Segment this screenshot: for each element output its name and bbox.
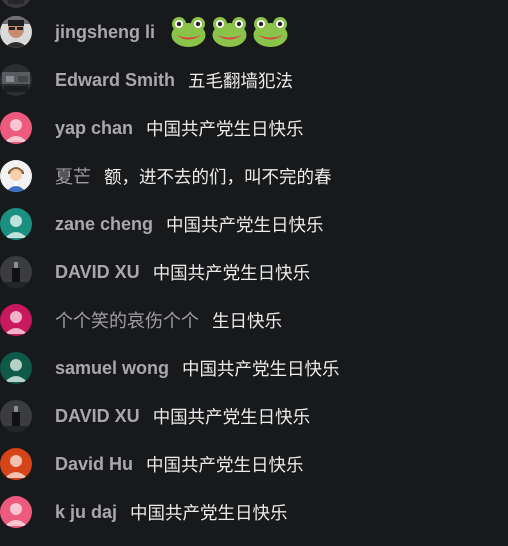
avatar[interactable] <box>0 160 32 192</box>
author-name[interactable]: k ju daj <box>55 502 117 523</box>
message-text: 生日快乐 <box>212 311 282 332</box>
chat-message: zane cheng 中国共产党生日快乐 <box>0 200 508 248</box>
avatar[interactable] <box>0 64 32 96</box>
avatar[interactable] <box>0 256 32 288</box>
chat-message: 个个笑的哀伤个个 生日快乐 <box>0 296 508 344</box>
author-name[interactable]: zane cheng <box>55 214 153 235</box>
chat-message: jingsheng li <box>0 8 508 56</box>
chat-message: 夏芒 额，进不去的们，叫不完的春 <box>0 152 508 200</box>
avatar[interactable] <box>0 0 32 8</box>
avatar[interactable] <box>0 352 32 384</box>
chat-message: DAVID XU 中国共产党生日快乐 <box>0 248 508 296</box>
chat-message <box>0 0 508 8</box>
message-text: 额，进不去的们，叫不完的春 <box>104 167 332 188</box>
avatar[interactable] <box>0 208 32 240</box>
message-text: 中国共产党生日快乐 <box>130 503 288 524</box>
chat-message: DAVID XU 中国共产党生日快乐 <box>0 392 508 440</box>
message-text: 中国共产党生日快乐 <box>152 407 311 428</box>
avatar[interactable] <box>0 448 32 480</box>
emoji-group <box>170 16 289 49</box>
frog-emoji-icon <box>171 16 206 47</box>
author-name[interactable]: jingsheng li <box>55 22 155 43</box>
live-chat-list: jingsheng li Edward Smith 五毛翻墙犯法 yap cha… <box>0 0 508 536</box>
author-name[interactable]: 个个笑的哀伤个个 <box>55 307 199 333</box>
avatar[interactable] <box>0 496 32 528</box>
author-name[interactable]: DAVID XU <box>55 406 140 427</box>
chat-message: Edward Smith 五毛翻墙犯法 <box>0 56 508 104</box>
avatar[interactable] <box>0 304 32 336</box>
chat-message: k ju daj 中国共产党生日快乐 <box>0 488 508 536</box>
message-text: 中国共产党生日快乐 <box>182 359 340 380</box>
chat-message: samuel wong 中国共产党生日快乐 <box>0 344 508 392</box>
author-name[interactable]: David Hu <box>55 454 133 475</box>
message-text: 中国共产党生日快乐 <box>146 455 304 476</box>
avatar[interactable] <box>0 16 32 48</box>
author-name[interactable]: Edward Smith <box>55 70 175 91</box>
frog-emoji-icon <box>253 16 288 47</box>
message-text: 中国共产党生日快乐 <box>166 215 324 236</box>
message-text: 中国共产党生日快乐 <box>152 263 311 284</box>
author-name[interactable]: yap chan <box>55 118 133 139</box>
avatar[interactable] <box>0 400 32 432</box>
author-name[interactable]: DAVID XU <box>55 262 140 283</box>
chat-message: David Hu 中国共产党生日快乐 <box>0 440 508 488</box>
frog-emoji-icon <box>212 16 247 47</box>
message-text: 中国共产党生日快乐 <box>146 119 304 140</box>
author-name[interactable]: 夏芒 <box>55 163 91 189</box>
message-text: 五毛翻墙犯法 <box>188 71 294 92</box>
chat-message: yap chan 中国共产党生日快乐 <box>0 104 508 152</box>
avatar[interactable] <box>0 112 32 144</box>
author-name[interactable]: samuel wong <box>55 358 169 379</box>
